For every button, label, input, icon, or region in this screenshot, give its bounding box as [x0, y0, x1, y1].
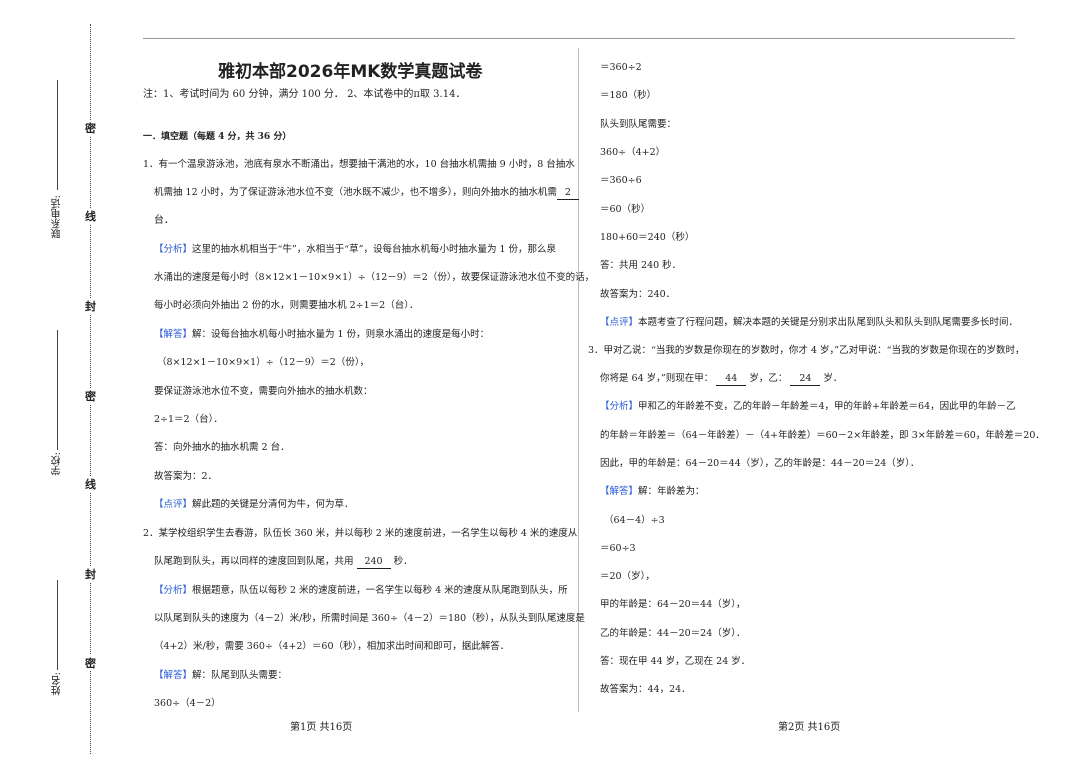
analysis-tag: 【分析】: [600, 401, 639, 412]
q1-line: 台．: [154, 215, 174, 226]
q2-solution-line: 360÷（4－2）: [154, 698, 221, 709]
solution-tag: 【解答】: [154, 670, 193, 681]
p2-line: ＝60（秒）: [600, 204, 651, 215]
q3-line: 你将是 64 岁，”则现在甲： 44 岁，乙： 24 岁．: [600, 373, 842, 386]
q2-line: 队尾跑到队头，再以同样的速度回到队尾，共用 240 秒．: [154, 556, 413, 569]
comment-tag: 【点评】: [600, 317, 639, 328]
q3-answer-blank-a: 44: [716, 373, 747, 386]
q3-analysis-line: 的年龄＝年龄差＝（64－年龄差）－（4+年龄差）＝60－2×年龄差，即 3×年龄…: [600, 430, 1045, 441]
analysis-text: 这里的抽水机相当于“牛”，水相当于“草”，设每台抽水机每小时抽水量为 1 份，那…: [192, 244, 557, 255]
analysis-text: 甲和乙的年龄差不变，乙的年龄－年龄差＝4，甲的年龄+年龄差＝64，因此甲的年龄－…: [638, 401, 1016, 412]
q3-line: 3．甲对乙说：“当我的岁数是你现在的岁数时，你才 4 岁，”乙对甲说：“当我的岁…: [588, 345, 1025, 356]
p2-line: ＝180（秒）: [600, 90, 657, 101]
page-title: 雅初本部2026年MK数学真题试卷: [218, 62, 483, 82]
seal-char: 密: [85, 655, 96, 671]
comment-text: 解此题的关键是分清何为牛，何为草．: [192, 499, 354, 510]
q3-solution-line: ＝20（岁），: [600, 571, 655, 582]
seal-char: 封: [85, 298, 96, 314]
q1-analysis-line: 【分析】这里的抽水机相当于“牛”，水相当于“草”，设每台抽水机每小时抽水量为 1…: [154, 244, 556, 256]
solution-tag: 【解答】: [600, 486, 639, 497]
section-heading: 一．填空题（每题 4 分，共 36 分）: [143, 132, 292, 142]
q1-analysis-line: 每小时必须向外抽出 2 份的水，则需要抽水机 2÷1＝2（台）．: [154, 300, 419, 311]
q2-answer-blank: 240: [356, 556, 391, 569]
q1-answer-blank: 2: [556, 187, 579, 200]
q1-line: 机需抽 12 小时，为了保证游泳池水位不变（池水既不减少，也不增多），则向外抽水…: [154, 187, 579, 200]
solution-tag: 【解答】: [154, 329, 193, 340]
q3-line2-mid: 岁，乙：: [749, 373, 788, 384]
q1-comment-line: 【点评】解此题的关键是分清何为牛，何为草．: [154, 499, 354, 511]
school-label: 学校:: [52, 452, 63, 476]
seal-char: 封: [85, 566, 96, 582]
q2-line2-end: 秒．: [393, 556, 413, 567]
contact-line: [57, 80, 58, 190]
analysis-tag: 【分析】: [154, 585, 193, 596]
name-label: 姓名:: [52, 672, 63, 696]
solution-text: 解：队尾到队头需要：: [192, 670, 288, 681]
solution-text: 解：设每台抽水机每小时抽水量为 1 份，则泉水涌出的速度是每小时：: [192, 329, 490, 340]
p2-line: ＝360÷2: [600, 62, 642, 73]
q2-analysis-line: 【分析】根据题意，队伍以每秒 2 米的速度前进，一名学生以每秒 4 米的速度从队…: [154, 585, 568, 597]
q3-analysis-line: 因此，甲的年龄是：64－20＝44（岁），乙的年龄是：44－20＝24（岁）．: [600, 458, 920, 469]
comment-text: 本题考查了行程问题，解决本题的关键是分别求出队尾到队头和队头到队尾需要多长时间．: [638, 317, 1019, 328]
q2-solution-line: 【解答】解：队尾到队头需要：: [154, 670, 287, 682]
q2-line2-text: 队尾跑到队头，再以同样的速度回到队尾，共用: [154, 556, 354, 567]
seal-char: 线: [85, 476, 96, 492]
seal-char: 密: [85, 120, 96, 136]
q2-analysis-line: （4+2）米/秒，需要 360÷（4+2）＝60（秒），相加求出时间和即可，据此…: [154, 641, 510, 652]
solution-text: 解：年龄差为：: [638, 486, 705, 497]
q3-solution-line: 甲的年龄是：64－20＝44（岁），: [600, 599, 746, 610]
q3-analysis-line: 【分析】甲和乙的年龄差不变，乙的年龄－年龄差＝4，甲的年龄+年龄差＝64，因此甲…: [600, 401, 1016, 413]
q2-line: 2．某学校组织学生去春游，队伍长 360 米，并以每秒 2 米的速度前进，一名学…: [143, 528, 578, 539]
q1-line2-text: 机需抽 12 小时，为了保证游泳池水位不变（池水既不减少，也不增多），则向外抽水…: [154, 187, 557, 198]
q1-solution-line: （8×12×1－10×9×1）÷（12－9）＝2（份），: [157, 357, 370, 368]
q1-solution-line: 2÷1＝2（台）．: [154, 414, 223, 425]
p2-line: 360÷（4+2）: [600, 147, 666, 158]
q3-solution-line: ＝60÷3: [600, 543, 636, 554]
q3-solution-line: （64－4）÷3: [604, 515, 665, 526]
p2-line: ＝360÷6: [600, 175, 642, 186]
top-rule: [143, 38, 1015, 39]
p2-line: 答：共用 240 秒．: [600, 260, 682, 271]
contact-label: 联系电话:: [52, 195, 63, 239]
q1-solution-line: 【解答】解：设每台抽水机每小时抽水量为 1 份，则泉水涌出的速度是每小时：: [154, 329, 489, 341]
q1-final-answer: 故答案为：2．: [154, 471, 218, 482]
page-footer: 第1页 共16页: [290, 722, 353, 733]
comment-tag: 【点评】: [154, 499, 193, 510]
analysis-text: 根据题意，队伍以每秒 2 米的速度前进，一名学生以每秒 4 米的速度从队尾跑到队…: [192, 585, 568, 596]
page-footer: 第2页 共16页: [778, 722, 841, 733]
p2-comment-line: 【点评】本题考查了行程问题，解决本题的关键是分别求出队尾到队头和队头到队尾需要多…: [600, 317, 1018, 329]
q1-line: 1．有一个温泉游泳池，池底有泉水不断涌出，想要抽干满池的水，10 台抽水机需抽 …: [143, 159, 575, 170]
seal-char: 线: [85, 208, 96, 224]
q3-final-answer: 故答案为：44，24．: [600, 684, 691, 695]
analysis-tag: 【分析】: [154, 244, 193, 255]
q3-line2-text: 你将是 64 岁，”则现在甲：: [600, 373, 714, 384]
q3-solution-line: 答：现在甲 44 岁，乙现在 24 岁．: [600, 656, 751, 667]
seal-char: 密: [85, 388, 96, 404]
name-line: [57, 580, 58, 670]
q1-solution-line: 要保证游泳池水位不变，需要向外抽水的抽水机数：: [154, 386, 373, 397]
q3-solution-line: 乙的年龄是：44－20＝24（岁）．: [600, 628, 746, 639]
school-line: [57, 330, 58, 450]
q3-solution-line: 【解答】解：年龄差为：: [600, 486, 705, 498]
q1-analysis-line: 水涌出的速度是每小时（8×12×1－10×9×1）÷（12－9）＝2（份），故要…: [154, 272, 595, 283]
q3-line2-end: 岁．: [823, 373, 843, 384]
q1-solution-line: 答：向外抽水的抽水机需 2 台．: [154, 442, 290, 453]
q3-answer-blank-b: 24: [790, 373, 821, 386]
p2-line: 180+60＝240（秒）: [600, 232, 695, 243]
exam-note: 注：1、考试时间为 60 分钟，满分 100 分． 2、本试卷中的π取 3.14…: [143, 89, 466, 100]
p2-line: 故答案为：240．: [600, 289, 676, 300]
q2-analysis-line: 以队尾到队头的速度为（4－2）米/秒，所需时间是 360÷（4－2）＝180（秒…: [154, 613, 585, 624]
p2-line: 队头到队尾需要：: [600, 119, 677, 130]
